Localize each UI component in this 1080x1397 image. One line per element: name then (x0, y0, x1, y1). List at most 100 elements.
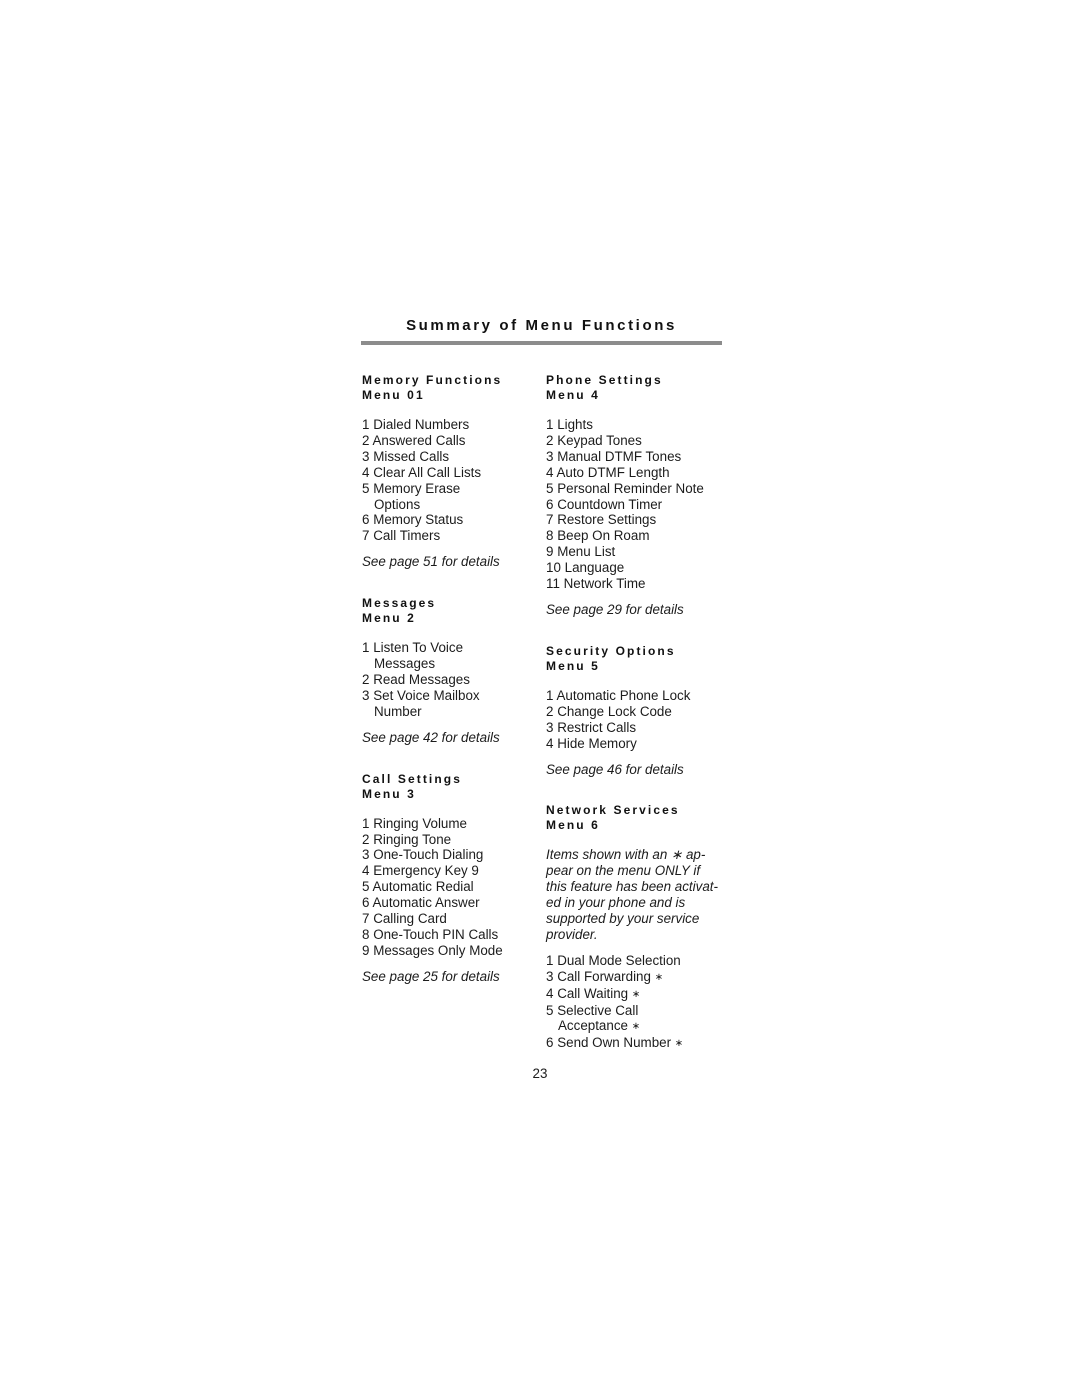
menu-item: 6 Memory Status (362, 512, 540, 528)
asterisk-icon: ∗ (631, 988, 641, 1000)
menu-item: 2 Change Lock Code (546, 704, 726, 720)
menu-item-label: Language (564, 560, 625, 576)
menu-item-number: 4 (546, 985, 554, 1001)
page-number: 23 (532, 1066, 548, 1081)
menu-item-number: 1 (546, 952, 554, 968)
menu-item-number: 8 (546, 528, 554, 544)
menu-item-label: Dialed Numbers (373, 417, 470, 432)
menu-item-list: 1 Ringing Volume 2 Ringing Tone 3 One-Touc… (362, 816, 540, 959)
menu-item-number: 4 (546, 735, 554, 751)
menu-item-label: Countdown Timer (557, 496, 663, 512)
menu-item: 4 Auto DTMF Length (546, 465, 726, 481)
menu-item: 3 Manual DTMF Tones (546, 449, 726, 465)
menu-section: Call Settings Menu 3 1 Ringing Volume 2 Rin… (362, 772, 540, 985)
menu-item: 2 Read Messages (362, 672, 540, 688)
menu-item: 4 Hide Memory (546, 736, 726, 752)
menu-item-label: Auto DTMF Length (556, 464, 670, 480)
section-menu-number: Menu 01 (362, 388, 425, 402)
menu-item-continuation: Acceptance ∗ (546, 1018, 726, 1035)
see-page-note: See page 46 for details (546, 761, 684, 777)
right-column: Phone Settings Menu 4 1 Lights 2 Keypad Ton… (546, 373, 726, 1052)
menu-section: Messages Menu 21 Listen To Voice Messages 2… (362, 596, 540, 745)
menu-item-label: Read Messages (373, 671, 470, 687)
menu-item-label: Listen To Voice (373, 640, 464, 656)
menu-item-number: 11 (546, 576, 560, 592)
description-line: provider. (546, 926, 598, 942)
menu-item-label: Automatic Answer (372, 895, 480, 911)
menu-item-number: 4 (362, 464, 370, 480)
menu-item: 7 Call Timers (362, 528, 540, 544)
menu-item-number: 3 (546, 719, 554, 735)
menu-item-label: Hide Memory (557, 735, 637, 751)
menu-item-continuation: Options (362, 497, 540, 513)
section-menu-number: Menu 5 (546, 658, 600, 673)
menu-item-number: 9 (362, 942, 370, 958)
section-heading: Phone Settings (546, 373, 663, 387)
menu-item-label: Call Forwarding (557, 968, 651, 984)
menu-item-label: Send Own Number (557, 1035, 672, 1051)
menu-item-number: 3 (362, 687, 370, 703)
menu-item-number: 8 (362, 926, 370, 942)
menu-section: Security Options Menu 5 1 Automatic Phone … (546, 644, 726, 778)
menu-item-continuation: Messages (362, 656, 540, 672)
menu-item-number: 3 (546, 968, 554, 984)
description-line: supported by your service (546, 911, 700, 927)
menu-item-label: Keypad Tones (557, 432, 642, 448)
menu-item-label-cont: Acceptance (558, 1018, 628, 1034)
menu-item-label: Messages Only Mode (373, 942, 503, 958)
menu-item-number: 2 (546, 432, 554, 448)
menu-item-label: Memory Erase (373, 480, 461, 496)
menu-item-number: 5 (362, 480, 370, 496)
menu-item-number: 3 (546, 448, 554, 464)
section-description: Items shown with an ∗ ap-pear on the men… (546, 847, 726, 942)
menu-item-label: Call Timers (373, 528, 441, 544)
menu-item-label-cont: Number (374, 703, 422, 719)
menu-item: 4 Call Waiting ∗ (546, 986, 726, 1003)
menu-item-number: 7 (362, 911, 370, 927)
menu-item-number: 7 (546, 512, 554, 528)
see-page-note: See page 25 for details (362, 968, 500, 984)
menu-item-list: 1 Lights 2 Keypad Tones 3 Manual DTMF Tone… (546, 417, 726, 592)
section-menu-number: Menu 4 (546, 388, 600, 402)
menu-item: 4 Emergency Key 9 (362, 863, 540, 879)
title-divider (361, 341, 722, 345)
menu-item-label: Dual Mode Selection (557, 952, 681, 968)
menu-item-number: 2 (362, 432, 370, 448)
menu-item: 1 Listen To Voice Messages (362, 640, 540, 672)
menu-item: 5 Selective Call Acceptance ∗ (546, 1003, 726, 1036)
menu-item-number: 5 (546, 1002, 554, 1018)
description-line: Items shown with an ∗ ap- (546, 847, 706, 863)
menu-item: 10 Language (546, 560, 726, 576)
menu-item: 5 Personal Reminder Note (546, 481, 726, 497)
menu-item-number: 3 (362, 847, 370, 863)
menu-item: 6 Send Own Number ∗ (546, 1035, 726, 1052)
section-menu-number: Menu 3 (362, 786, 416, 801)
description-line: pear on the menu ONLY if (546, 863, 701, 879)
see-page-note: See page 42 for details (362, 729, 500, 745)
menu-item-number: 1 (362, 815, 370, 831)
menu-item-label-cont: Messages (374, 656, 436, 672)
menu-item: 2 Answered Calls (362, 433, 540, 449)
menu-item-number: 6 (362, 895, 370, 911)
menu-item-label: Restrict Calls (557, 719, 637, 735)
menu-section: Network Services Menu 6 Items shown with a… (546, 803, 726, 1052)
menu-item: 1 Ringing Volume (362, 816, 540, 832)
menu-item-label: Memory Status (373, 512, 464, 528)
menu-item-label: Automatic Redial (372, 879, 474, 895)
menu-item-label: One-Touch Dialing (373, 847, 484, 863)
menu-item-label: Automatic Phone Lock (556, 687, 691, 703)
menu-item: 7 Calling Card (362, 911, 540, 927)
menu-item-label: Call Waiting (557, 985, 629, 1001)
menu-item-continuation: Number (362, 704, 540, 720)
description-line: ed in your phone and is (546, 895, 686, 911)
see-page-note: See page 29 for details (546, 601, 684, 617)
asterisk-icon: ∗ (654, 971, 664, 983)
menu-item-list: 1 Automatic Phone Lock 2 Change Lock Code… (546, 688, 726, 752)
menu-item-number: 3 (362, 448, 370, 464)
asterisk-icon: ∗ (631, 1021, 641, 1033)
menu-item-label: Set Voice Mailbox (373, 687, 480, 703)
menu-item-number: 2 (362, 671, 370, 687)
section-menu-number: Menu 6 (546, 818, 600, 833)
see-page-note: See page 51 for details (362, 554, 500, 570)
menu-item-label: Menu List (557, 544, 616, 560)
